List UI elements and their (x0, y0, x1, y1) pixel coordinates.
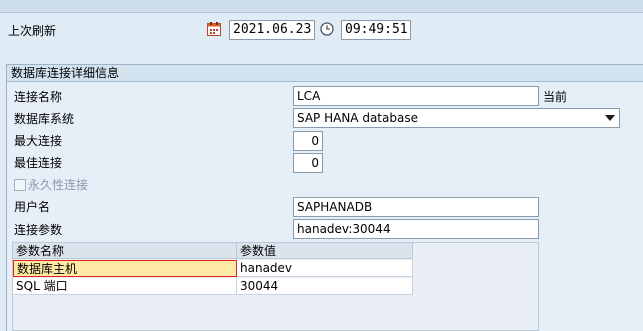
optimal-connections-label: 最佳连接 (14, 156, 63, 170)
connection-name-field[interactable]: LCA (293, 86, 539, 106)
last-refresh-label: 上次刷新 (8, 24, 57, 38)
db-system-dropdown[interactable]: SAP HANA database (293, 108, 620, 128)
connection-name-label: 连接名称 (14, 90, 63, 104)
table-cell-param-name[interactable]: SQL 端口 (13, 278, 237, 295)
conn-params-field[interactable]: hanadev:30044 (293, 219, 539, 239)
max-connections-label: 最大连接 (14, 134, 63, 148)
db-system-label: 数据库系统 (14, 112, 75, 126)
refresh-date-field[interactable]: 2021.06.23 (229, 20, 315, 40)
table-cell-param-value[interactable]: hanadev (237, 260, 413, 277)
group-title: 数据库连接详细信息 (7, 65, 643, 82)
db-system-value: SAP HANA database (297, 111, 418, 125)
column-header-param-name[interactable]: 参数名称 (13, 243, 237, 259)
user-name-label: 用户名 (14, 200, 51, 214)
current-indicator: 当前 (543, 90, 568, 104)
clock-icon[interactable] (319, 21, 335, 37)
table-cell-param-name[interactable]: 数据库主机 (13, 260, 237, 277)
user-name-field[interactable]: SAPHANADB (293, 197, 539, 217)
refresh-time-field[interactable]: 09:49:51 (341, 20, 411, 40)
permanent-connection-checkbox[interactable] (14, 179, 26, 191)
max-connections-field[interactable]: 0 (293, 131, 323, 151)
title-bar-strip (0, 0, 643, 13)
column-header-param-value[interactable]: 参数值 (237, 243, 413, 259)
parameter-table: 参数名称 参数值 数据库主机 hanadev SQL 端口 30044 (12, 242, 539, 331)
chevron-down-icon[interactable] (605, 115, 615, 121)
conn-params-label: 连接参数 (14, 223, 63, 237)
optimal-connections-field[interactable]: 0 (293, 153, 323, 173)
table-cell-param-value[interactable]: 30044 (237, 278, 413, 295)
calendar-icon[interactable] (206, 21, 222, 37)
permanent-connection-label: 永久性连接 (28, 178, 89, 192)
